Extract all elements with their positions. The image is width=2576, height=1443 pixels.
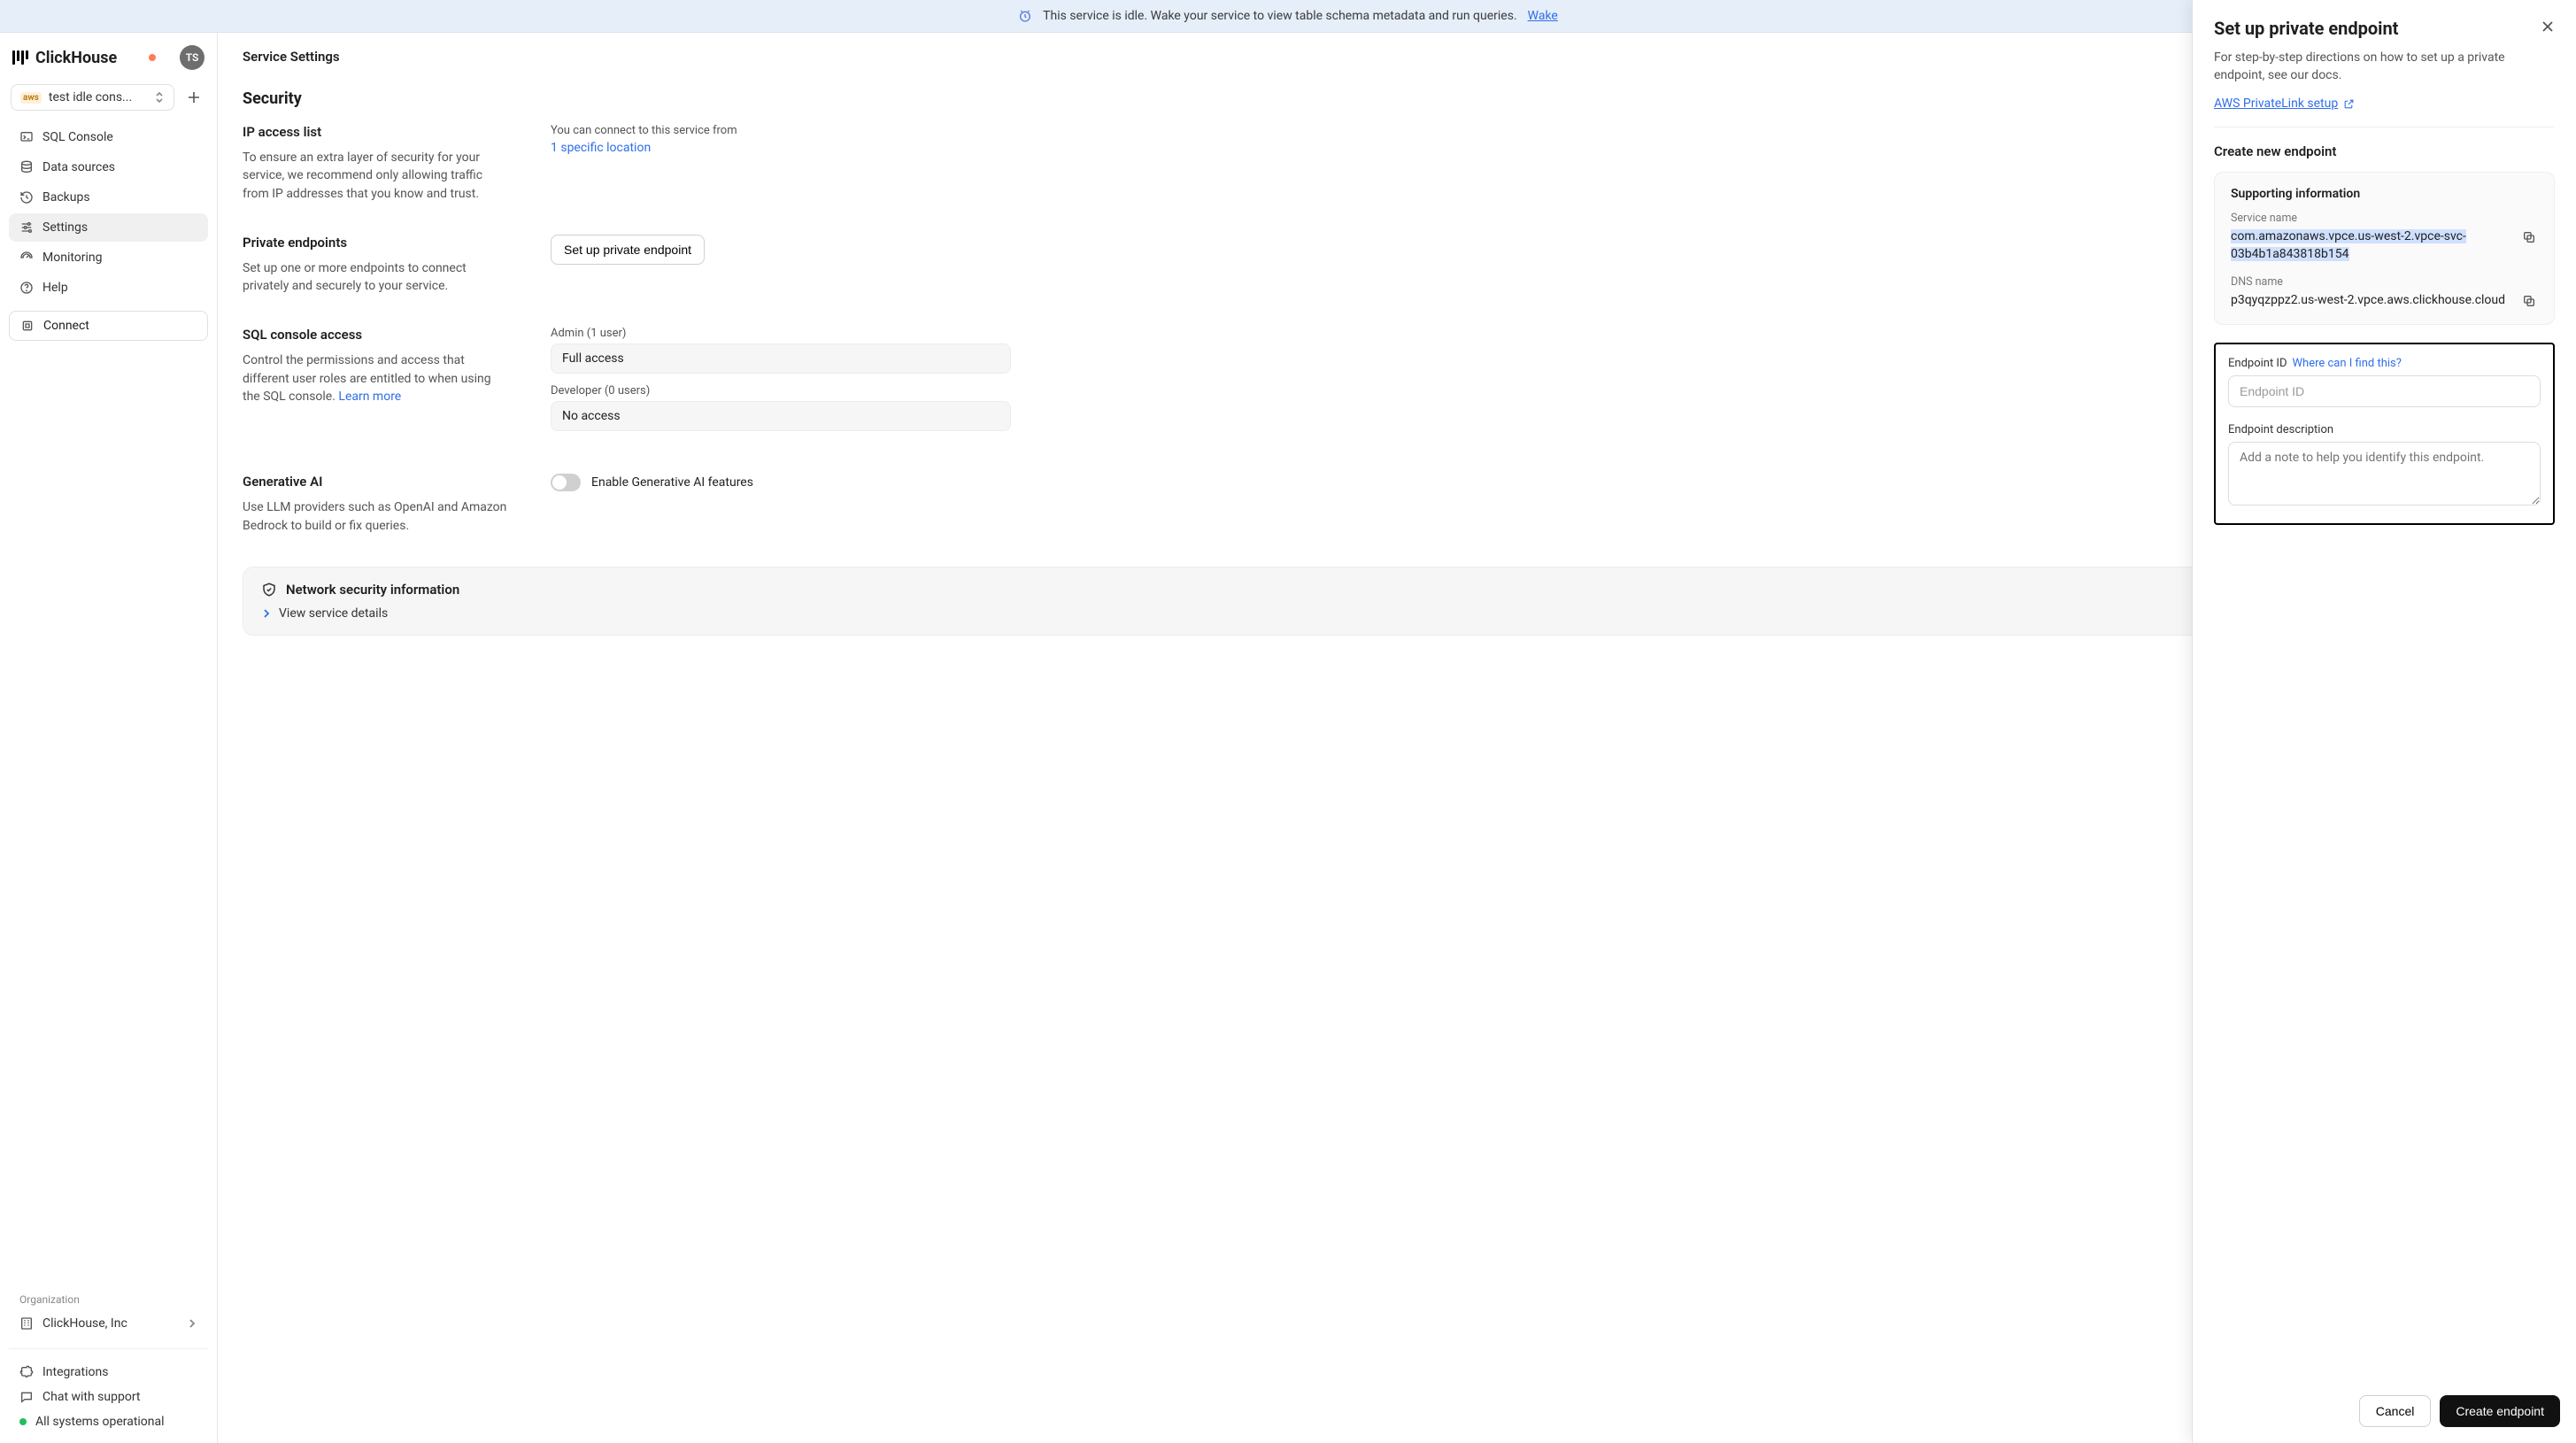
puzzle-icon — [19, 1365, 34, 1379]
service-status-dot-icon — [149, 54, 156, 61]
external-link-icon — [2343, 98, 2355, 110]
sliders-icon — [19, 220, 34, 235]
terminal-icon — [19, 130, 34, 144]
footer-label: Chat with support — [42, 1390, 141, 1404]
idle-banner: This service is idle. Wake your service … — [0, 0, 2576, 33]
brand-name: ClickHouse — [35, 49, 117, 67]
supporting-info-box: Supporting information Service name com.… — [2214, 172, 2555, 325]
drawer-subtitle: For step-by-step directions on how to se… — [2214, 50, 2555, 84]
aws-badge-icon: aws — [20, 92, 42, 104]
nav-data-sources[interactable]: Data sources — [9, 153, 208, 181]
gauge-icon — [19, 251, 34, 265]
copy-service-name-button[interactable] — [2520, 228, 2538, 246]
nav-backups[interactable]: Backups — [9, 183, 208, 212]
status-dot-icon — [19, 1418, 27, 1425]
service-name-trunc: test idle cons... — [49, 90, 147, 104]
organization-label: Organization — [9, 1290, 208, 1309]
cancel-button[interactable]: Cancel — [2359, 1395, 2432, 1427]
connect-label: Connect — [43, 319, 89, 333]
dev-access-select[interactable]: No access — [551, 401, 1011, 431]
sql-access-title: SQL console access — [243, 327, 508, 343]
endpoint-id-input[interactable] — [2228, 375, 2541, 407]
service-name-label: Service name — [2231, 212, 2538, 225]
plug-icon — [20, 319, 35, 333]
help-icon — [19, 281, 34, 295]
private-endpoints-desc: Set up one or more endpoints to connect … — [243, 259, 508, 296]
nav-label: Help — [42, 281, 68, 295]
organization-name: ClickHouse, Inc — [42, 1316, 127, 1331]
drawer-close-button[interactable] — [2537, 16, 2558, 37]
chat-icon — [19, 1390, 34, 1404]
chevron-right-icon — [187, 1318, 197, 1329]
ip-access-title: IP access list — [243, 124, 508, 140]
nav-settings[interactable]: Settings — [9, 213, 208, 242]
service-name-value: com.amazonaws.vpce.us-west-2.vpce-svc-03… — [2231, 228, 2511, 263]
ip-access-desc: To ensure an extra layer of security for… — [243, 149, 508, 203]
endpoint-id-label: Endpoint ID — [2228, 357, 2287, 370]
chevron-right-icon — [261, 608, 272, 619]
organization-item[interactable]: ClickHouse, Inc — [9, 1309, 208, 1338]
ip-access-right-label: You can connect to this service from — [551, 124, 1011, 137]
history-icon — [19, 190, 34, 204]
clock-icon — [1018, 9, 1032, 23]
nav-label: SQL Console — [42, 130, 113, 144]
view-service-label: View service details — [279, 606, 388, 621]
sidebar: ClickHouse TS aws test idle cons... — [0, 33, 218, 1443]
ip-location-link[interactable]: 1 specific location — [551, 141, 651, 155]
copy-dns-button[interactable] — [2520, 292, 2538, 310]
wake-link[interactable]: Wake — [1528, 9, 1558, 23]
nav-label: Monitoring — [42, 251, 103, 265]
private-endpoints-title: Private endpoints — [243, 235, 508, 251]
endpoint-id-help-link[interactable]: Where can I find this? — [2293, 357, 2402, 370]
drawer-title: Set up private endpoint — [2214, 18, 2555, 39]
endpoint-desc-textarea[interactable] — [2228, 442, 2541, 505]
create-endpoint-title: Create new endpoint — [2214, 143, 2555, 159]
supporting-info-title: Supporting information — [2231, 187, 2538, 201]
chevron-updown-icon — [154, 91, 165, 104]
brand-logo: ClickHouse — [12, 49, 117, 67]
banner-text: This service is idle. Wake your service … — [1043, 9, 1516, 23]
dns-name-value: p3qyqzppz2.us-west-2.vpce.aws.clickhouse… — [2231, 292, 2511, 310]
footer-chat[interactable]: Chat with support — [9, 1385, 208, 1409]
footer-label: Integrations — [42, 1365, 108, 1379]
connect-button[interactable]: Connect — [9, 311, 208, 341]
nav-label: Data sources — [42, 160, 115, 174]
setup-private-endpoint-button[interactable]: Set up private endpoint — [551, 235, 705, 265]
gen-ai-toggle[interactable] — [551, 474, 581, 491]
nav-sql-console[interactable]: SQL Console — [9, 123, 208, 151]
footer-integrations[interactable]: Integrations — [9, 1360, 208, 1385]
user-avatar[interactable]: TS — [180, 45, 204, 70]
gen-ai-title: Generative AI — [243, 474, 508, 490]
nav-label: Settings — [42, 220, 88, 235]
network-card-title: Network security information — [286, 582, 459, 598]
footer-status[interactable]: All systems operational — [9, 1409, 208, 1434]
dns-name-label: DNS name — [2231, 275, 2538, 289]
logo-mark-icon — [12, 50, 28, 65]
database-icon — [19, 160, 34, 174]
dev-label: Developer (0 users) — [551, 384, 1011, 397]
nav-label: Backups — [42, 190, 90, 204]
footer-label: All systems operational — [35, 1415, 165, 1429]
gen-ai-toggle-label: Enable Generative AI features — [591, 475, 753, 490]
building-icon — [19, 1316, 34, 1331]
nav-help[interactable]: Help — [9, 274, 208, 302]
endpoint-form: Endpoint ID Where can I find this? Endpo… — [2214, 343, 2555, 525]
aws-privatelink-link[interactable]: AWS PrivateLink setup — [2214, 96, 2355, 111]
admin-access-select[interactable]: Full access — [551, 343, 1011, 374]
gen-ai-desc: Use LLM providers such as OpenAI and Ama… — [243, 498, 508, 535]
sql-access-desc: Control the permissions and access that … — [243, 351, 508, 405]
service-selector[interactable]: aws test idle cons... — [11, 84, 174, 111]
admin-label: Admin (1 user) — [551, 327, 1011, 340]
add-service-button[interactable] — [181, 85, 206, 110]
learn-more-link[interactable]: Learn more — [338, 390, 401, 404]
endpoint-desc-label: Endpoint description — [2228, 423, 2333, 436]
create-endpoint-button[interactable]: Create endpoint — [2440, 1395, 2560, 1427]
shield-icon — [261, 582, 277, 598]
nav-monitoring[interactable]: Monitoring — [9, 243, 208, 272]
private-endpoint-drawer: Set up private endpoint For step-by-step… — [2192, 0, 2576, 1443]
